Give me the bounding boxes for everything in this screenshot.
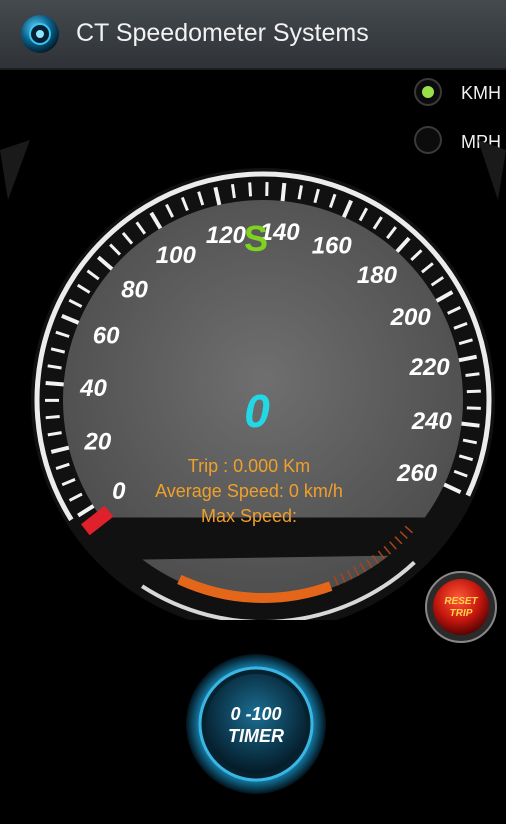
minor-tick bbox=[248, 182, 253, 197]
speed-label-60: 60 bbox=[93, 322, 120, 349]
speed-label-80: 80 bbox=[121, 277, 148, 304]
speed-label-160: 160 bbox=[312, 233, 353, 260]
speed-label-100: 100 bbox=[156, 242, 197, 269]
speed-readout: 0 bbox=[244, 385, 270, 437]
minor-tick bbox=[45, 415, 60, 420]
kmh-radio[interactable] bbox=[414, 78, 442, 106]
app-logo-icon[interactable] bbox=[20, 14, 60, 54]
speed-label-260: 260 bbox=[396, 460, 438, 487]
kmh-label: KMH bbox=[461, 83, 501, 103]
speed-label-40: 40 bbox=[79, 375, 107, 402]
average-speed-text: Average Speed: 0 km/h bbox=[155, 481, 343, 501]
app-title: CT Speedometer Systems bbox=[76, 19, 369, 47]
app-bar: CT Speedometer Systems bbox=[0, 0, 506, 70]
speed-label-180: 180 bbox=[357, 262, 398, 289]
minor-tick bbox=[230, 183, 236, 199]
radio-selected-dot bbox=[422, 86, 434, 98]
reset-trip-button[interactable]: RESET TRIP bbox=[424, 570, 498, 644]
gear-indicator: S bbox=[244, 218, 268, 259]
trip-text: Trip : 0.000 Km bbox=[188, 456, 310, 476]
speed-label-0: 0 bbox=[112, 478, 126, 505]
timer-button[interactable]: 0 -100 TIMER bbox=[184, 652, 328, 796]
speed-label-120: 120 bbox=[206, 222, 247, 249]
decor-wedge-right bbox=[478, 140, 506, 200]
reset-label: RESET bbox=[444, 596, 478, 607]
minor-tick bbox=[466, 389, 481, 394]
speed-label-20: 20 bbox=[84, 428, 112, 455]
timer-label-line1: 0 -100 bbox=[230, 704, 282, 724]
speed-label-240: 240 bbox=[411, 408, 453, 435]
decor-wedge-left bbox=[0, 140, 30, 200]
max-speed-text: Max Speed: bbox=[201, 506, 297, 526]
minor-tick bbox=[465, 372, 480, 377]
speed-label-200: 200 bbox=[390, 304, 432, 331]
speed-label-220: 220 bbox=[409, 354, 451, 381]
timer-label-line2: TIMER bbox=[228, 726, 284, 746]
trip-label: TRIP bbox=[450, 608, 473, 619]
minor-tick bbox=[466, 406, 481, 410]
speedometer-gauge: 020406080100120 140160180200220240260 S 0… bbox=[0, 140, 506, 620]
